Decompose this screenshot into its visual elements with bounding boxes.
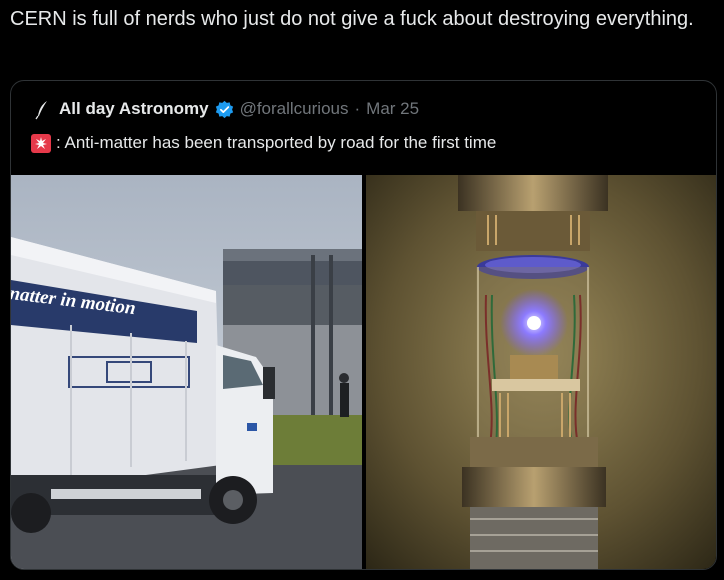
truck-photo[interactable]: natter in motion [11,175,362,569]
verified-badge-icon [215,100,233,118]
quoted-post-text-line: : Anti-matter has been transported by ro… [31,131,496,155]
post-date[interactable]: Mar 25 [366,99,419,119]
antimatter-trap-illustration [366,175,716,569]
quoted-post-header: All day Astronomy @forallcurious · Mar 2… [31,97,419,121]
media-grid: natter in motion [11,175,716,569]
quoted-post-text: : Anti-matter has been transported by ro… [56,133,497,152]
separator-dot: · [354,99,361,118]
post-text: CERN is full of nerds who just do not gi… [10,8,694,30]
author-name[interactable]: All day Astronomy [59,99,209,119]
police-siren-icon [31,133,51,153]
feather-icon [35,101,47,120]
truck-illustration [11,175,362,569]
author-handle[interactable]: @forallcurious [240,99,349,119]
quoted-post-card[interactable]: All day Astronomy @forallcurious · Mar 2… [10,80,717,570]
antimatter-trap-photo[interactable] [366,175,716,569]
author-avatar[interactable] [31,98,53,120]
